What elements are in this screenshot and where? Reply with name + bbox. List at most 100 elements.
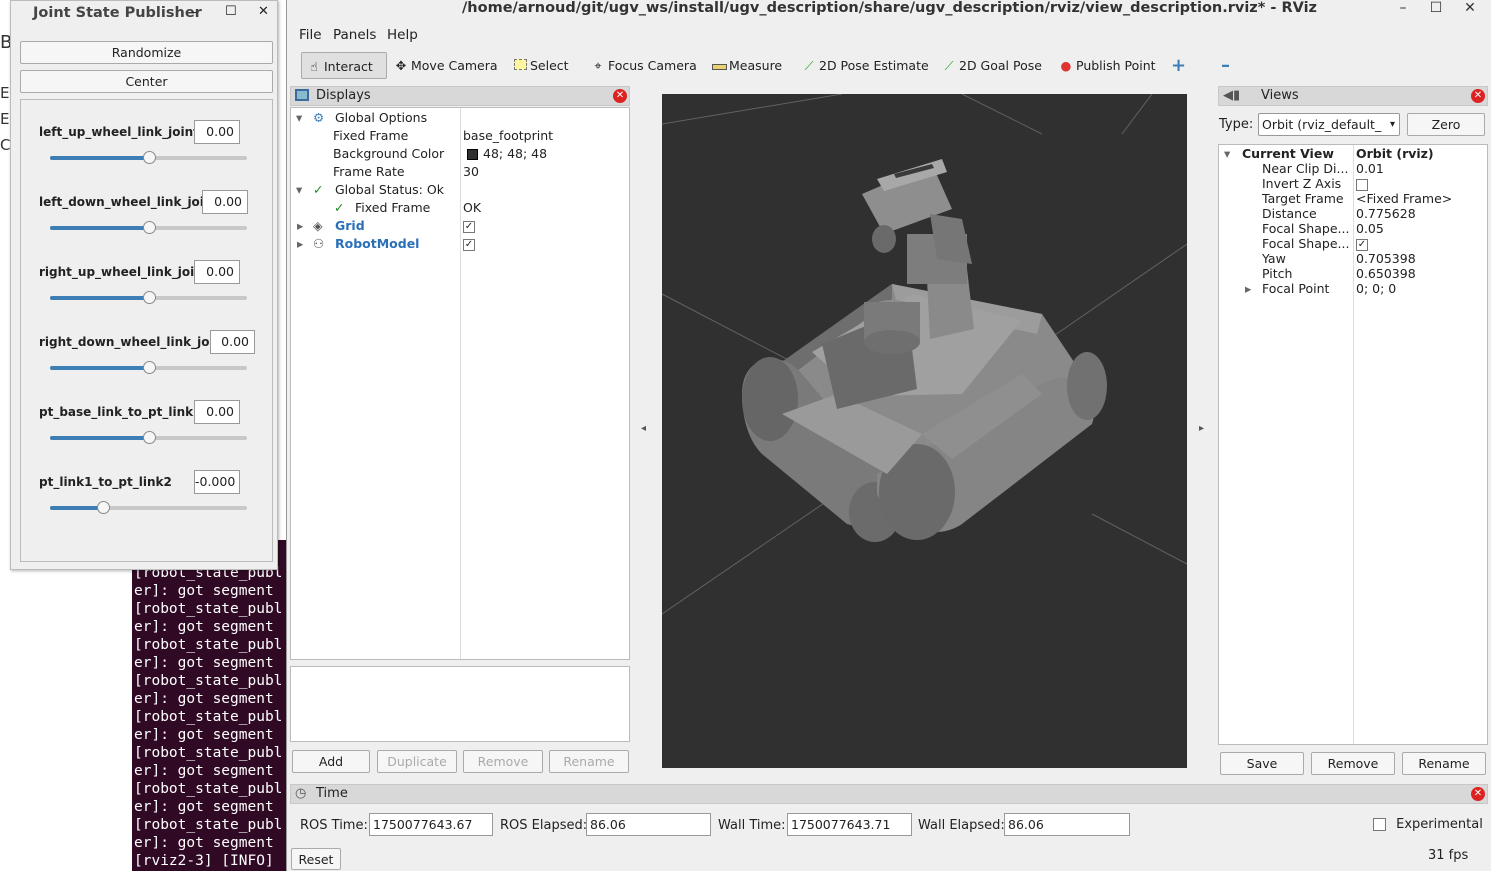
expand-arrow-icon[interactable]: ▾ [296,181,302,199]
menu-panels[interactable]: Panels [333,27,376,43]
randomize-button[interactable]: Randomize [20,41,273,64]
joint-value-field[interactable]: -0.000 [194,470,240,494]
ros-time-field[interactable]: 1750077643.67 [369,813,493,836]
slider-fill [50,436,149,440]
left-splitter-arrow[interactable]: ◂ [641,423,646,434]
display-row[interactable]: Fixed Frame [355,199,430,217]
display-value[interactable]: base_footprint [463,127,553,145]
menu-help[interactable]: Help [387,27,418,43]
display-grid[interactable]: Grid [335,217,365,235]
tool-publish-point[interactable]: ● Publish Point [1054,52,1156,79]
display-value[interactable]: 48; 48; 48 [467,145,547,163]
tool-2d-goal-pose[interactable]: ⟋ 2D Goal Pose [937,52,1042,79]
map-pin-icon: ● [1060,58,1072,73]
zero-button[interactable]: Zero [1407,113,1485,136]
expand-arrow-icon[interactable]: ▾ [1224,145,1230,163]
joint-value-field[interactable]: 0.00 [194,400,240,424]
joint-value-field[interactable]: 0.00 [202,190,248,214]
display-row[interactable]: Global Status: Ok [335,181,444,199]
robotmodel-checkbox[interactable]: ✓ [463,235,475,253]
grid-checkbox[interactable]: ✓ [463,217,475,235]
terminal-line: [rviz2-3] [INFO] [134,853,274,869]
joint-label: pt_link1_to_pt_link2 [39,475,172,489]
display-row[interactable]: Fixed Frame [333,127,408,145]
display-row[interactable]: Global Options [335,109,427,127]
view-value[interactable]: 0; 0; 0 [1356,280,1396,298]
add-display-button[interactable]: Add [292,750,370,773]
tool-measure[interactable]: Measure [707,52,782,79]
close-panel-icon[interactable]: ✕ [1471,787,1485,801]
collapse-arrow-icon[interactable]: ▸ [297,217,303,235]
expand-arrow-icon[interactable]: ▾ [296,109,302,127]
view-type-select[interactable]: Orbit (rviz_default_ ▾ [1258,113,1400,136]
window-title: /home/arnoud/git/ugv_ws/install/ugv_desc… [462,0,1317,16]
joint-slider[interactable] [50,221,247,234]
duplicate-display-button[interactable]: Duplicate [377,750,457,773]
view-prop[interactable]: Focal Point [1262,280,1329,298]
reset-button[interactable]: Reset [291,848,341,870]
slider-fill [50,226,149,230]
rename-display-button[interactable]: Rename [549,750,629,773]
collapse-arrow-icon[interactable]: ▸ [297,235,303,253]
slider-fill [50,506,104,510]
slider-handle[interactable] [142,221,156,234]
save-view-button[interactable]: Save [1220,752,1304,775]
close-icon[interactable]: ✕ [258,4,269,19]
center-button[interactable]: Center [20,70,273,93]
joint-value-field[interactable]: 0.00 [194,260,240,284]
tool-select[interactable]: Select [508,52,569,79]
ros-elapsed-field[interactable]: 86.06 [586,813,711,836]
display-row[interactable]: Frame Rate [333,163,405,181]
close-panel-icon[interactable]: ✕ [613,89,627,103]
joint-slider[interactable] [50,431,247,444]
experimental-checkbox[interactable]: Experimental [1373,817,1483,832]
close-panel-icon[interactable]: ✕ [1471,89,1485,103]
robot-render [662,94,1187,615]
display-value[interactable]: 30 [463,163,479,181]
joint-slider[interactable] [50,501,247,514]
fps-readout: 31 fps [1428,848,1469,863]
display-row[interactable]: Background Color [333,145,444,163]
slider-handle[interactable] [142,431,156,444]
wall-elapsed-field[interactable]: 86.06 [1004,813,1130,836]
remove-view-button[interactable]: Remove [1311,752,1395,775]
display-value[interactable]: OK [463,199,481,217]
3d-viewport[interactable] [662,94,1187,768]
slider-handle[interactable] [142,361,156,374]
slider-fill [50,366,149,370]
wall-time-field[interactable]: 1750077643.71 [787,813,912,836]
slider-handle[interactable] [97,501,111,514]
joint-value-field[interactable]: 0.00 [194,120,240,144]
minimize-icon[interactable]: – [191,5,198,20]
add-tool-button[interactable]: + [1167,52,1186,79]
terminal-output: [robot_state_publ er]: got segment [robot_… [132,540,290,871]
terminal-line: er]: got segment [134,727,274,743]
joint-slider[interactable] [50,291,247,304]
tool-2d-pose-estimate[interactable]: ⟋ 2D Pose Estimate [797,52,929,79]
views-header: ◀▮ Views ✕ [1218,86,1488,106]
remove-display-button[interactable]: Remove [463,750,543,773]
rename-view-button[interactable]: Rename [1402,752,1486,775]
terminal-line: er]: got segment [134,763,274,779]
tool-interact[interactable]: ☝ Interact [301,52,387,79]
slider-handle[interactable] [142,291,156,304]
slider-handle[interactable] [142,151,156,164]
joint-label: right_down_wheel_link_joint [39,335,228,349]
display-robotmodel[interactable]: RobotModel [335,235,419,253]
maximize-icon[interactable]: ☐ [225,4,237,19]
joint-label: right_up_wheel_link_joint [39,265,209,279]
tool-move-camera[interactable]: ✥ Move Camera [389,52,498,79]
maximize-icon[interactable]: ☐ [1425,0,1447,16]
tool-focus-camera[interactable]: ⌖ Focus Camera [586,52,696,79]
minimize-icon[interactable]: – [1392,0,1414,16]
remove-tool-button[interactable]: – [1217,52,1230,79]
joint-label: left_up_wheel_link_joint [39,125,199,139]
joint-slider[interactable] [50,361,247,374]
close-icon[interactable]: ✕ [1459,0,1481,16]
joint-slider[interactable] [50,151,247,164]
joint-value-field[interactable]: 0.00 [210,330,255,354]
menu-file[interactable]: File [299,27,322,43]
collapse-arrow-icon[interactable]: ▸ [1245,280,1251,298]
right-splitter-arrow[interactable]: ▸ [1199,423,1204,434]
green-arrow-icon: ⟋ [804,58,814,73]
